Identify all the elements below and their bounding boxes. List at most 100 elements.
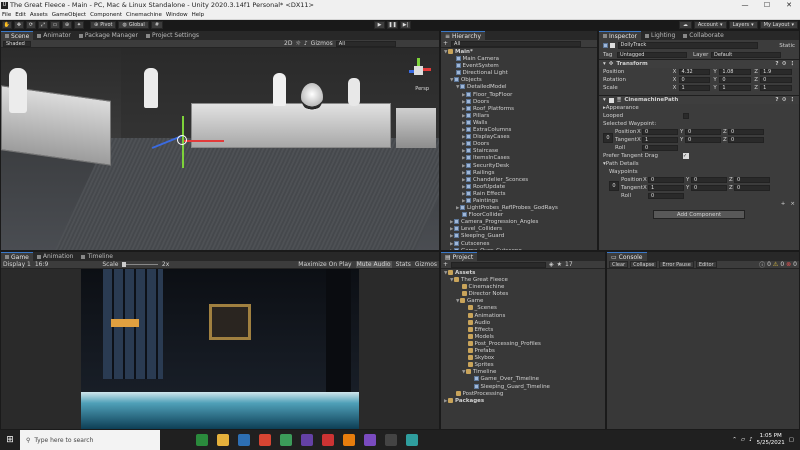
expand-arrow-icon[interactable]: ▼ — [462, 370, 465, 375]
tray-chevron-icon[interactable]: ⌃ — [732, 437, 737, 443]
waypoint-list-position-x-field[interactable]: 0 — [648, 177, 684, 183]
expand-arrow-icon[interactable]: ▶ — [450, 220, 453, 225]
position-x-field[interactable]: 4.32 — [678, 69, 711, 75]
grid-snap-button[interactable]: # — [150, 21, 164, 29]
selected-waypoint-tangent-x-field[interactable]: 1 — [642, 137, 678, 143]
twitch-icon[interactable] — [300, 434, 313, 446]
project-item[interactable]: Sleeping_Guard_Timeline — [441, 383, 605, 391]
maximize-button[interactable]: ☐ — [756, 0, 778, 11]
hierarchy-item[interactable]: ▶ Floor_TopFloor — [441, 91, 597, 99]
object-name-field[interactable]: DollyTrack — [617, 42, 758, 49]
menu-file[interactable]: File — [2, 12, 11, 18]
menu-help[interactable]: Help — [192, 12, 205, 18]
waypoint-list-roll-field[interactable]: 0 — [648, 193, 684, 199]
hierarchy-item[interactable]: ▶ Chandelier_Sconces — [441, 176, 597, 184]
hierarchy-item[interactable]: ▼ Main* — [441, 49, 597, 56]
tab-inspector[interactable]: Inspector — [599, 31, 641, 40]
stats-toggle[interactable]: Stats — [396, 261, 411, 268]
add-component-button[interactable]: Add Component — [653, 210, 745, 219]
preset-icon[interactable]: ⚙ — [782, 97, 787, 103]
hierarchy-item[interactable]: ▶ Cutscenes — [441, 240, 597, 248]
tool-button-0[interactable]: ✋ — [2, 21, 12, 29]
expand-arrow-icon[interactable]: ▶ — [462, 164, 465, 169]
visual-studio-icon[interactable] — [363, 434, 376, 446]
expand-arrow-icon[interactable]: ▼ — [444, 271, 447, 276]
file-explorer-icon[interactable] — [216, 434, 229, 446]
menu-window[interactable]: Window — [166, 12, 188, 18]
expand-arrow-icon[interactable]: ▶ — [444, 399, 447, 404]
tool-button-5[interactable]: ⊕ — [62, 21, 72, 29]
project-item[interactable]: Post_Processing_Profiles — [441, 340, 605, 348]
menu-edit[interactable]: Edit — [15, 12, 26, 18]
hierarchy-item[interactable]: ▶ Sleeping_Guard — [441, 233, 597, 240]
scale-slider[interactable] — [122, 262, 158, 267]
waypoint-gizmo[interactable] — [177, 135, 187, 145]
hierarchy-item[interactable]: ▶ SecurityDesk — [441, 162, 597, 170]
position-y-field[interactable]: 1.08 — [719, 69, 752, 75]
cinemachine-path-header[interactable]: ▾ ≣ CinemachinePath ? ⚙ ⋮ — [599, 95, 799, 104]
more-menu-icon[interactable]: ⋮ — [790, 97, 796, 103]
tab-timeline[interactable]: Timeline — [77, 252, 117, 261]
hierarchy-item[interactable]: ▶ Level_Colliders — [441, 226, 597, 233]
account-dropdown[interactable]: Account ▾ — [693, 21, 727, 29]
expand-arrow-icon[interactable]: ▶ — [462, 156, 465, 161]
rotation-y-field[interactable]: 0 — [719, 77, 752, 83]
tab-lighting[interactable]: Lighting — [641, 31, 679, 40]
menu-assets[interactable]: Assets — [30, 12, 48, 18]
appearance-foldout[interactable]: ▸ Appearance — [599, 104, 799, 112]
lighting-toggle-icon[interactable]: ☼ — [295, 40, 300, 47]
menu-component[interactable]: Component — [90, 12, 122, 18]
tag-dropdown[interactable]: Untagged — [617, 52, 687, 58]
expand-arrow-icon[interactable]: ▶ — [462, 199, 465, 204]
project-item[interactable]: Effects — [441, 326, 605, 334]
rotation-z-field[interactable]: 0 — [760, 77, 793, 83]
expand-arrow-icon[interactable]: ▶ — [462, 100, 465, 105]
selected-waypoint-position-y-field[interactable]: 0 — [685, 129, 721, 135]
create-asset-button[interactable]: + — [443, 261, 448, 268]
scene-axis-gizmo[interactable] — [407, 58, 431, 82]
expand-arrow-icon[interactable]: ▶ — [462, 142, 465, 147]
project-item[interactable]: Skybox — [441, 355, 605, 362]
scene-viewport[interactable]: Persp — [1, 48, 439, 250]
prefer-tangent-checkbox[interactable]: ✓ — [683, 153, 689, 159]
taskbar-search-box[interactable]: ⚲ Type here to search — [20, 430, 160, 450]
unity-editor-icon[interactable] — [384, 434, 397, 446]
pause-button[interactable]: ❚❚ — [387, 21, 398, 29]
hierarchy-item[interactable]: ▶ Doors — [441, 141, 597, 148]
star-icon[interactable]: ★ — [557, 261, 562, 268]
help-icon[interactable]: ? — [775, 61, 778, 67]
more-menu-icon[interactable]: ⋮ — [790, 61, 796, 67]
tool-button-2[interactable]: ⟳ — [26, 21, 36, 29]
hierarchy-item[interactable]: ▼ Objects — [441, 77, 597, 84]
store-icon[interactable] — [237, 434, 250, 446]
hierarchy-item[interactable]: ▶ Roof_Platforms — [441, 105, 597, 113]
scale-slider-thumb[interactable] — [122, 262, 127, 267]
collapse-toggle[interactable]: Collapse — [630, 261, 658, 268]
waypoint-list-position-y-field[interactable]: 0 — [691, 177, 727, 183]
task-view-icon[interactable] — [174, 434, 187, 446]
hierarchy-item[interactable]: ▼ DetailedModel — [441, 84, 597, 91]
project-item[interactable]: ▼ Game — [441, 298, 605, 305]
path-details-foldout[interactable]: ▾ Path Details — [599, 160, 799, 168]
expand-arrow-icon[interactable]: ▶ — [450, 242, 453, 247]
game-gizmos-toggle[interactable]: Gizmos — [415, 261, 437, 268]
project-item[interactable]: Sprites — [441, 362, 605, 369]
expand-arrow-icon[interactable]: ▼ — [450, 78, 453, 83]
component-checkbox[interactable] — [608, 97, 614, 103]
remove-waypoint-button[interactable]: × — [790, 201, 795, 207]
rotation-x-field[interactable]: 0 — [678, 77, 711, 83]
scene-search-input[interactable]: All — [335, 40, 396, 47]
gmail-icon[interactable] — [258, 434, 271, 446]
expand-arrow-icon[interactable]: ▶ — [462, 114, 465, 119]
preset-icon[interactable]: ⚙ — [782, 61, 787, 67]
hierarchy-item[interactable]: ▶ LightProbes_ReflProbes_GodRays — [441, 205, 597, 212]
position-z-field[interactable]: 1.9 — [760, 69, 793, 75]
maximize-on-play-toggle[interactable]: Maximize On Play — [298, 261, 351, 268]
project-item[interactable]: Audio — [441, 319, 605, 327]
hierarchy-item[interactable]: Directional Light — [441, 70, 597, 77]
project-item[interactable]: Game_Over_Timeline — [441, 376, 605, 383]
blender-icon[interactable] — [342, 434, 355, 446]
hierarchy-item[interactable]: FloorCollider — [441, 212, 597, 219]
tab-package-manager[interactable]: Package Manager — [75, 31, 142, 40]
expand-arrow-icon[interactable]: ▶ — [462, 121, 465, 126]
